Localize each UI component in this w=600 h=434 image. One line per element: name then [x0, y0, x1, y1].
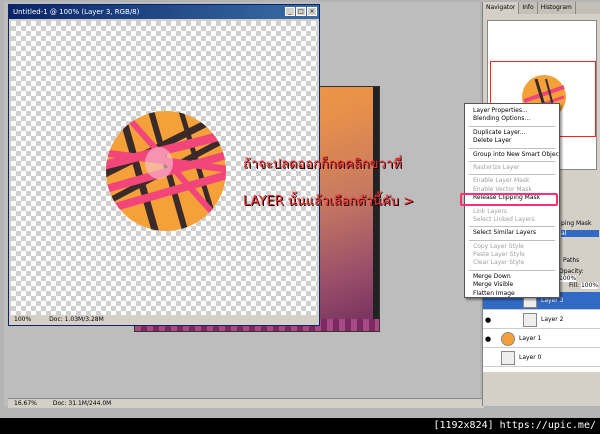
menu-item: Copy Layer Style: [473, 242, 524, 250]
annotation-line-2: LAYER นั้นแล้วเลือกตัวนี้คับ >: [243, 194, 414, 209]
fill-value[interactable]: 100%: [580, 282, 599, 289]
menu-separator: [469, 125, 555, 127]
annotation-line-1: ถ้าจะปลดออกก็กดคลิกขวาที่: [243, 157, 402, 172]
window-buttons: _ □ ×: [285, 5, 319, 19]
tab-info[interactable]: Info: [519, 2, 538, 14]
document-zoom[interactable]: 100%: [14, 315, 31, 324]
menu-item[interactable]: Duplicate Layer...: [465, 129, 559, 137]
screenshot-frame: 16.67% Doc: 31.1M/244.0M Untitled-1 @ 10…: [0, 0, 600, 418]
menu-separator: [469, 160, 555, 162]
opacity-value[interactable]: 100%: [559, 275, 577, 282]
fill-label-text: Fill:: [569, 282, 580, 289]
document-titlebar[interactable]: Untitled-1 @ 100% (Layer 3, RGB/8) _ □ ×: [9, 5, 319, 19]
layer-row[interactable]: ● Layer 2: [483, 311, 600, 329]
menu-item[interactable]: Group into New Smart Object: [465, 151, 559, 159]
document-doc-size: Doc: 1.03M/3.28M: [49, 316, 104, 323]
layer-thumbnail: [523, 313, 537, 327]
document-title: Untitled-1 @ 100% (Layer 3, RGB/8): [13, 8, 140, 16]
navigator-panel-tabs: Navigator Info Histogram: [483, 2, 600, 14]
menu-item: Select Linked Layers: [473, 215, 535, 223]
menu-separator: [469, 226, 555, 228]
layer-name: Layer 0: [519, 354, 542, 361]
workspace-zoom[interactable]: 16.67%: [14, 399, 37, 408]
tab-navigator[interactable]: Navigator: [483, 2, 520, 14]
menu-separator: [469, 269, 555, 271]
clipping-mask-fragment: ping Mask: [561, 220, 592, 227]
release-clipping-mask-highlight: [460, 193, 558, 206]
eye-icon[interactable]: ●: [485, 315, 495, 325]
minimize-icon[interactable]: _: [285, 7, 295, 16]
paths-tab[interactable]: Paths: [563, 257, 580, 264]
menu-item[interactable]: Merge Down: [465, 273, 559, 281]
tab-histogram[interactable]: Histogram: [538, 2, 576, 14]
layer-row[interactable]: ● Layer 1: [483, 330, 600, 348]
menu-item[interactable]: Layer Properties...: [465, 107, 559, 115]
menu-separator: [469, 174, 555, 176]
menu-separator: [469, 239, 555, 241]
maximize-icon[interactable]: □: [296, 7, 306, 16]
eye-icon[interactable]: ●: [485, 334, 495, 344]
layer-thumbnail: [501, 332, 515, 346]
menu-item: Enable Layer Mask: [473, 177, 530, 185]
blend-mode-fragment[interactable]: al: [561, 230, 599, 237]
layer-name: Layer 2: [541, 316, 564, 323]
menu-item[interactable]: Blending Options...: [465, 115, 559, 123]
layers-list: Layer 3 ● Layer 2 ● Layer 1 Layer 0: [483, 292, 600, 372]
menu-item[interactable]: Merge Visible: [465, 281, 559, 289]
menu-item: Clear Layer Style: [473, 259, 525, 267]
layer-row[interactable]: Layer 0: [483, 349, 600, 367]
menu-item: Paste Layer Style: [473, 251, 525, 259]
opacity-label-text: Opacity:: [559, 268, 584, 275]
menu-separator: [469, 147, 555, 149]
menu-item[interactable]: Delete Layer: [465, 137, 559, 145]
workspace-doc-size: Doc: 31.1M/244.0M: [52, 400, 112, 407]
menu-item: Rasterize Layer: [473, 163, 520, 171]
close-icon[interactable]: ×: [307, 7, 317, 16]
workspace-status-bar: 16.67% Doc: 31.1M/244.0M: [8, 398, 484, 408]
menu-item[interactable]: Select Similar Layers: [465, 229, 559, 237]
menu-item: Link Layers: [473, 207, 508, 215]
layer-thumbnail: [501, 351, 515, 365]
document-status-bar: 100% Doc: 1.03M/3.28M: [11, 315, 317, 324]
fill-label: Fill: 100%: [569, 282, 599, 289]
footer-watermark: [1192x824] https://upic.me/: [0, 418, 600, 434]
opacity-label: Opacity: 100%: [559, 268, 600, 282]
menu-item[interactable]: Flatten Image: [465, 290, 559, 298]
layer-name: Layer 1: [519, 335, 542, 342]
